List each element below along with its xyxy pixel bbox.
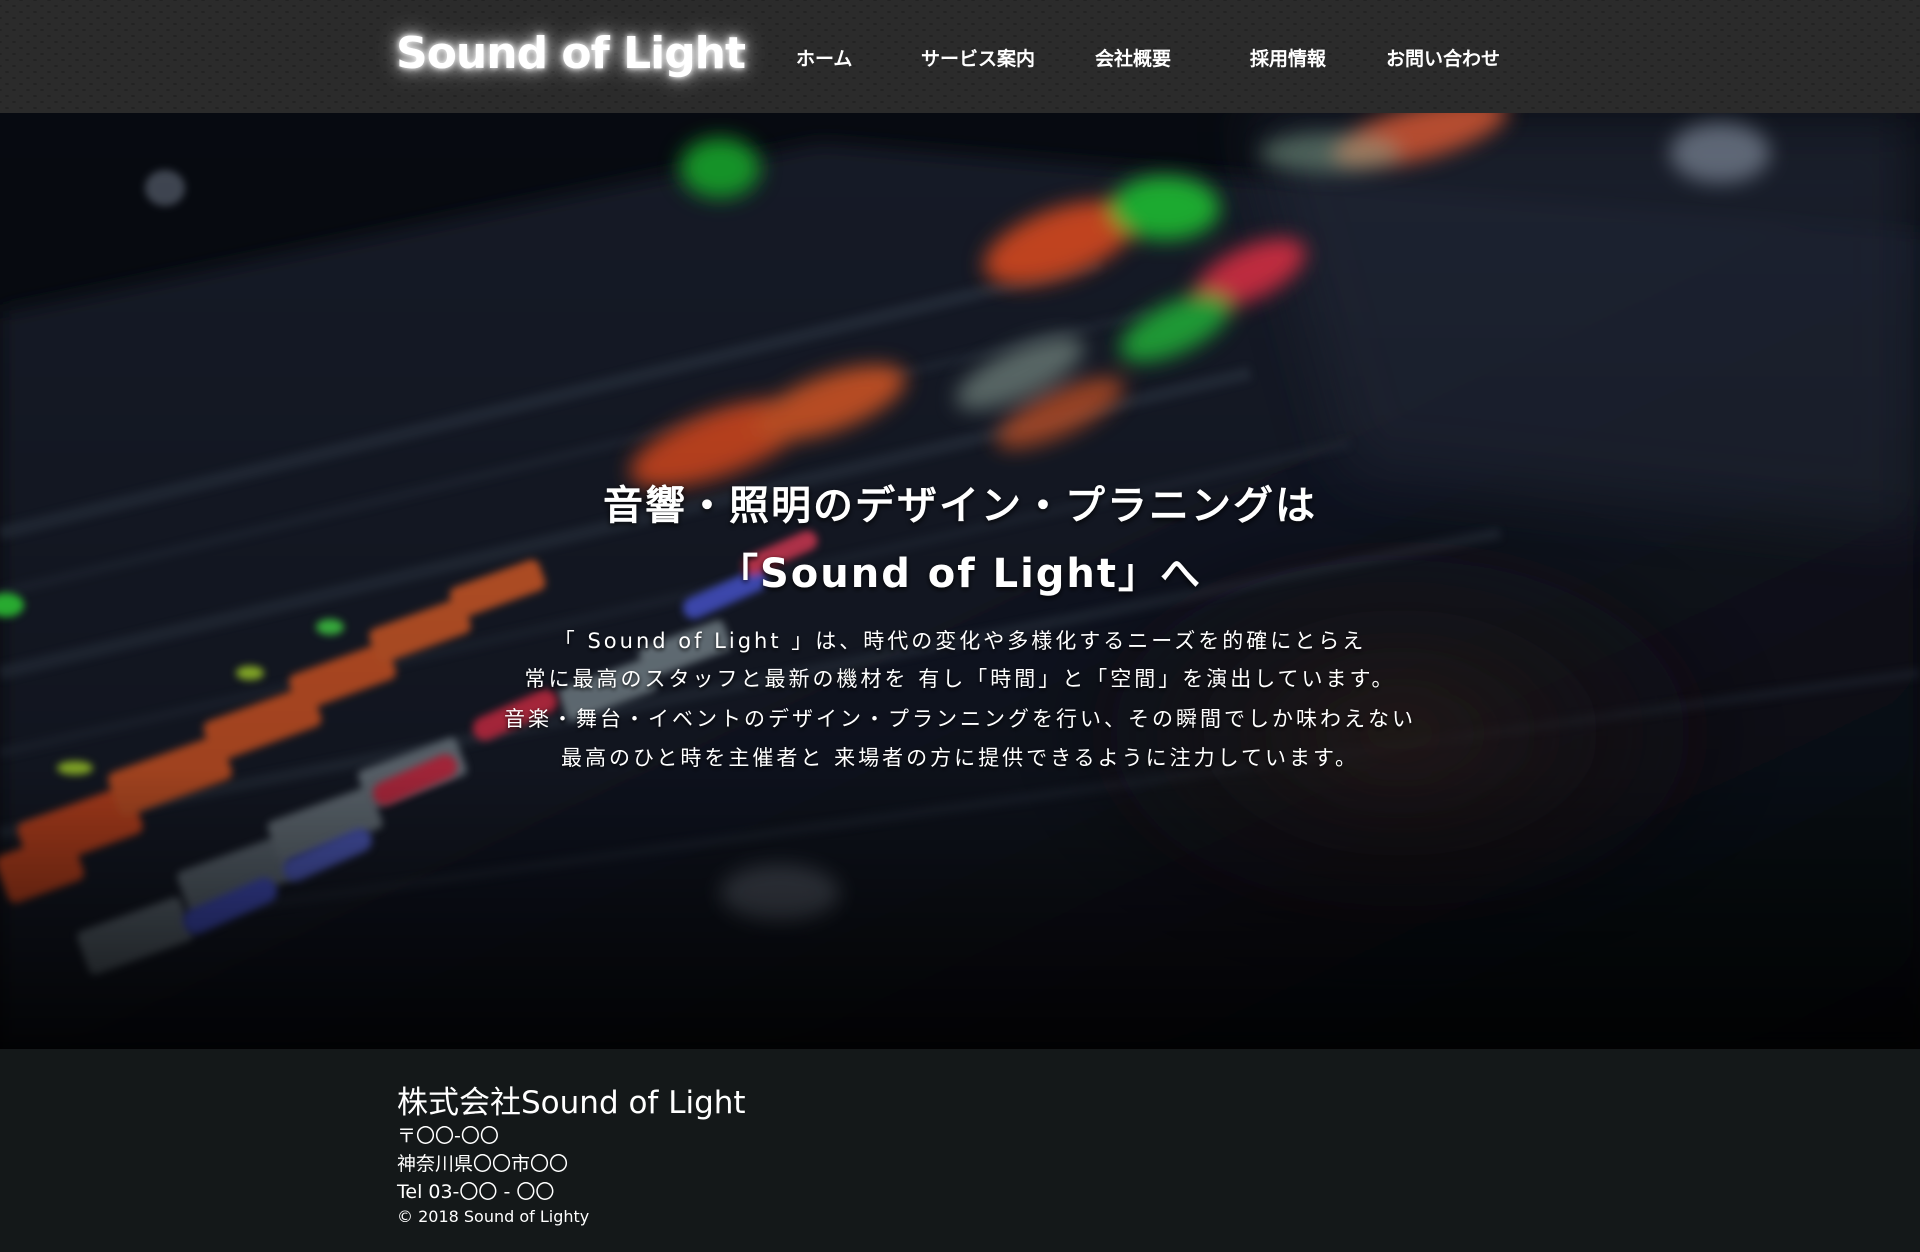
postal-code: 〒〇〇-〇〇 [397, 1125, 499, 1147]
hero-headline-line-2: 「Sound of Light」へ [717, 551, 1203, 597]
hero-body-line-1: 「 Sound of Light 」は、時代の変化や多様化するニーズを的確にとら… [553, 629, 1367, 653]
nav-company[interactable]: 会社概要 [1095, 44, 1171, 71]
copyright: © 2018 Sound of Lighty [397, 1207, 590, 1226]
site-header: Sound of Light ホーム サービス案内 会社概要 採用情報 お問い合… [0, 0, 1920, 113]
nav-home[interactable]: ホーム [796, 44, 852, 71]
hero-body-line-4: 最高のひと時を主催者と 来場者の方に提供できるように注力しています。 [561, 746, 1359, 770]
hero-headline-line-1: 音響・照明のデザイン・プラニングは [603, 483, 1317, 529]
company-name: 株式会社Sound of Light [397, 1085, 746, 1121]
hero-body-line-2: 常に最高のスタッフと最新の機材を 有し「時間」と「空間」を演出しています。 [524, 667, 1396, 691]
nav-recruit[interactable]: 採用情報 [1250, 44, 1326, 71]
nav-contact[interactable]: お問い合わせ [1386, 44, 1500, 71]
hero-section: 音響・照明のデザイン・プラニングは 「Sound of Light」へ 「 So… [0, 113, 1920, 1049]
telephone: Tel 03-〇〇 - 〇〇 [397, 1181, 555, 1203]
hero-copy: 音響・照明のデザイン・プラニングは 「Sound of Light」へ 「 So… [0, 113, 1920, 1049]
address: 神奈川県〇〇市〇〇 [397, 1153, 569, 1175]
hero-body-line-3: 音楽・舞台・イベントのデザイン・プランニングを行い、その瞬間でしか味わえない [504, 707, 1416, 731]
site-footer: 株式会社Sound of Light 〒〇〇-〇〇 神奈川県〇〇市〇〇 Tel … [0, 1049, 1920, 1252]
nav-services[interactable]: サービス案内 [921, 44, 1035, 71]
site-logo[interactable]: Sound of Light [396, 28, 746, 79]
